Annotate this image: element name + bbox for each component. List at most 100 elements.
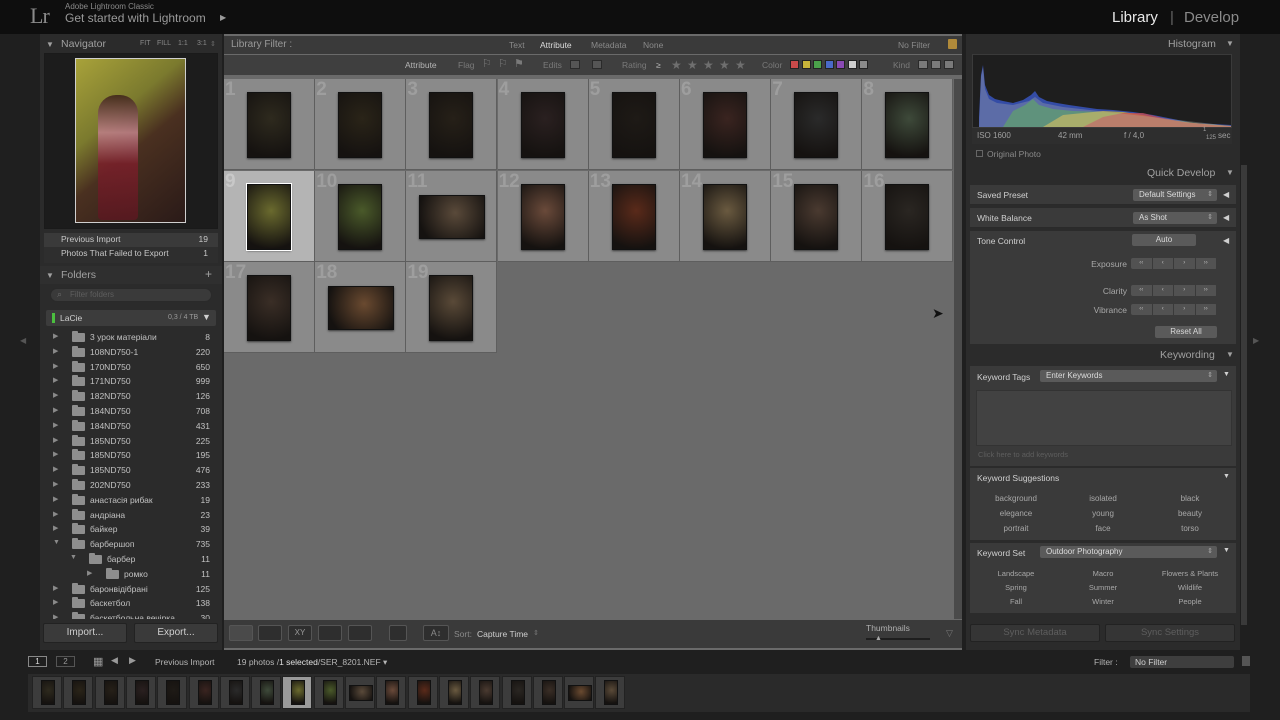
left-panel-toggle-icon[interactable]: ◀: [20, 336, 26, 345]
right-panel-scrollbar[interactable]: [1241, 165, 1247, 625]
right-panel-toggle-icon[interactable]: ▶: [1253, 336, 1259, 345]
filmstrip-count[interactable]: 19 photos /1 selected/SER_8201.NEF ▾: [237, 657, 387, 668]
folders-title[interactable]: Folders: [61, 269, 96, 281]
photo-thumbnail[interactable]: [703, 92, 747, 158]
folder-row[interactable]: ▶ ромко 11: [44, 567, 218, 582]
flag-pick-icon[interactable]: ⚐: [482, 57, 492, 70]
folder-row[interactable]: ▶ 171ND750 999: [44, 374, 218, 389]
quick-develop-title[interactable]: Quick Develop: [1147, 167, 1215, 179]
grid-cell[interactable]: 15: [771, 170, 863, 262]
folder-expand-icon[interactable]: ▶: [53, 495, 58, 503]
import-button[interactable]: Import...: [43, 623, 127, 643]
photo-thumbnail[interactable]: [338, 92, 383, 158]
sort-stepper-icon[interactable]: ⇕: [533, 629, 539, 637]
photo-thumbnail[interactable]: [338, 183, 383, 250]
filmstrip-cell[interactable]: [313, 676, 344, 709]
filmstrip-cell[interactable]: [470, 676, 501, 709]
collection-previous-import[interactable]: Previous Import 19: [44, 233, 218, 247]
folder-row[interactable]: ▶ баскетбольна вечірка 30: [44, 611, 218, 620]
loupe-view-icon[interactable]: [258, 625, 282, 641]
flag-rejected-icon[interactable]: ⚑: [514, 57, 524, 70]
keyword-suggestion[interactable]: face: [1059, 524, 1147, 533]
keyword-tags-area[interactable]: [976, 390, 1232, 446]
folders-collapse-icon[interactable]: ▼: [46, 271, 54, 280]
grid-cell[interactable]: 1: [224, 79, 315, 170]
filter-switch-icon[interactable]: [1242, 656, 1250, 666]
folder-row[interactable]: ▶ 185ND750 476: [44, 463, 218, 478]
kind-master-icon[interactable]: [918, 60, 928, 69]
keyword-set-collapse-icon[interactable]: ▼: [1223, 547, 1230, 554]
keyword-suggestion[interactable]: portrait: [972, 524, 1060, 533]
keyword-suggestion[interactable]: torso: [1146, 524, 1234, 533]
tone-control-expand-icon[interactable]: ◀: [1223, 236, 1229, 245]
grid-cell[interactable]: 10: [315, 170, 407, 262]
keyword-set-item[interactable]: Flowers & Plants: [1146, 569, 1234, 578]
filmstrip-cell[interactable]: [157, 676, 188, 709]
folder-expand-icon[interactable]: ▶: [53, 362, 58, 370]
rating-star-3-icon[interactable]: ★: [703, 58, 714, 72]
edited-icon[interactable]: [570, 60, 580, 69]
folder-expand-icon[interactable]: ▼: [70, 554, 77, 561]
folder-row[interactable]: ▶ 184ND750 431: [44, 419, 218, 434]
grid-cell[interactable]: 5: [588, 79, 680, 170]
navigator-title[interactable]: Navigator: [61, 38, 106, 50]
export-button[interactable]: Export...: [134, 623, 218, 643]
compare-view-icon[interactable]: XY: [288, 625, 312, 641]
lock-icon[interactable]: [948, 39, 957, 49]
navigator-zoom-stepper-icon[interactable]: ⇕: [210, 40, 216, 48]
folder-row[interactable]: ▶ андріана 23: [44, 508, 218, 523]
survey-view-icon[interactable]: [318, 625, 342, 641]
module-library[interactable]: Library: [1112, 9, 1158, 26]
grid-cell[interactable]: 4: [497, 79, 589, 170]
vibrance-stepper[interactable]: ‹‹ ‹ › ››: [1131, 304, 1217, 315]
main-window-button[interactable]: 1: [28, 656, 47, 667]
keyword-suggestion[interactable]: beauty: [1146, 509, 1234, 518]
folder-row[interactable]: ▶ 185ND750 225: [44, 434, 218, 449]
folder-expand-icon[interactable]: ▶: [53, 376, 58, 384]
photo-thumbnail[interactable]: [429, 275, 474, 342]
folder-expand-icon[interactable]: ▶: [53, 524, 58, 532]
secondary-window-button[interactable]: 2: [56, 656, 75, 667]
filmstrip-cell[interactable]: [32, 676, 62, 709]
folder-row[interactable]: ▼ барбер 11: [44, 552, 218, 567]
folder-row[interactable]: ▶ байкер 39: [44, 522, 218, 537]
photo-thumbnail[interactable]: [611, 92, 656, 158]
grid-cell[interactable]: 8: [862, 79, 954, 170]
filmstrip-cell[interactable]: [188, 676, 219, 709]
module-develop[interactable]: Develop: [1184, 9, 1239, 26]
folder-expand-icon[interactable]: ▶: [53, 584, 58, 592]
next-arrow-icon[interactable]: ▶: [129, 655, 136, 666]
navigator-fill[interactable]: FILL: [157, 40, 171, 47]
filmstrip-cell[interactable]: [564, 676, 595, 709]
filter-tab-attribute[interactable]: Attribute: [540, 40, 572, 50]
histogram-panel[interactable]: [972, 54, 1232, 128]
grid-scrollbar[interactable]: [954, 79, 962, 619]
sort-select[interactable]: Capture Time: [477, 629, 528, 639]
grid-cell[interactable]: 13: [588, 170, 680, 262]
saved-preset-expand-icon[interactable]: ◀: [1223, 190, 1229, 199]
collection-failed-export[interactable]: Photos That Failed to Export 1: [44, 247, 218, 261]
keyword-set-select[interactable]: Outdoor Photography: [1040, 546, 1217, 558]
folder-row[interactable]: ▶ 184ND750 708: [44, 404, 218, 419]
photo-thumbnail[interactable]: [246, 182, 292, 251]
folder-expand-icon[interactable]: ▶: [53, 450, 58, 458]
folder-row[interactable]: ▶ анастасія рибак 19: [44, 493, 218, 508]
keyword-set-item[interactable]: Landscape: [972, 569, 1060, 578]
rating-star-5-icon[interactable]: ★: [735, 58, 746, 72]
color-swatch-3[interactable]: [813, 60, 822, 69]
photo-thumbnail[interactable]: [419, 194, 486, 239]
folder-expand-icon[interactable]: ▶: [53, 347, 58, 355]
filmstrip-cell[interactable]: [125, 676, 156, 709]
thumbnail-size-knob[interactable]: ▲: [875, 635, 882, 642]
filmstrip-cell[interactable]: [282, 676, 313, 709]
photo-thumbnail[interactable]: [429, 92, 474, 158]
photo-thumbnail[interactable]: [520, 92, 565, 158]
folder-expand-icon[interactable]: ▶: [87, 569, 92, 577]
folder-row[interactable]: ▶ 185ND750 195: [44, 448, 218, 463]
filmstrip-cell[interactable]: [501, 676, 532, 709]
color-swatch-4[interactable]: [824, 60, 834, 69]
filmstrip-cell[interactable]: [532, 676, 563, 709]
grid-cell[interactable]: 12: [497, 170, 589, 262]
filmstrip-cell[interactable]: [94, 676, 125, 709]
people-view-icon[interactable]: [348, 625, 372, 641]
